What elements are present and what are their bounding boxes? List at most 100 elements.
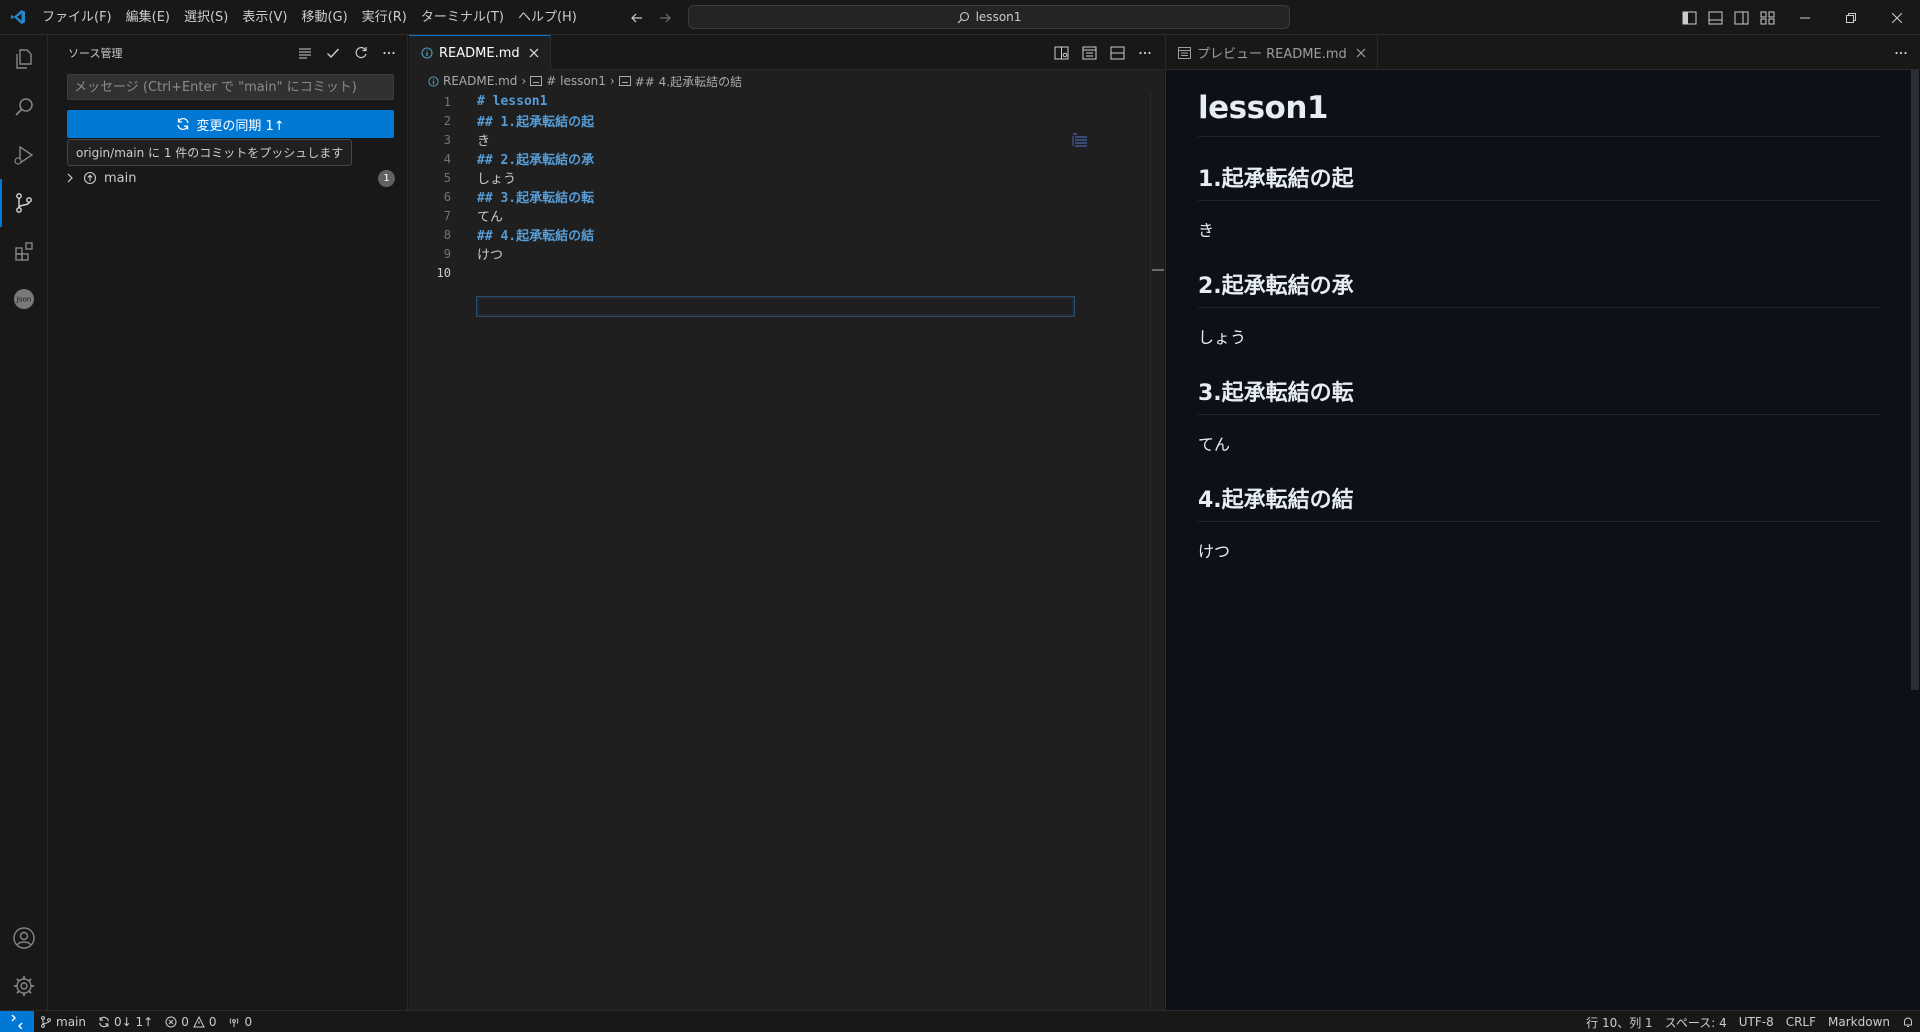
branch-row-main[interactable]: main 1 (48, 167, 407, 189)
status-ports[interactable]: 0 (222, 1011, 258, 1032)
explorer-files-icon[interactable] (0, 35, 48, 83)
preview-scroll-thumb[interactable] (1911, 70, 1919, 690)
git-branch-icon (40, 1015, 52, 1028)
sidebar-header: ソース管理 (48, 35, 407, 70)
menu-selection[interactable]: 選択(S) (177, 0, 235, 35)
outline-list-icon[interactable] (1071, 132, 1089, 148)
preview-paragraph: しょう (1198, 328, 1247, 347)
code-line: 8 ## 4.起承転結の結 (443, 227, 595, 245)
refresh-icon[interactable] (351, 43, 371, 63)
status-cursor-position[interactable]: 行 10、列 1 (1580, 1011, 1659, 1032)
status-bar: main 0↓ 1↑ 0 0 0 行 10、列 1 スペース: 4 UTF-8 … (0, 1010, 1920, 1032)
open-preview-side-icon[interactable] (1052, 44, 1070, 62)
sync-button-label: 変更の同期 1↑ (196, 118, 285, 134)
window-controls (1782, 0, 1920, 35)
code-editor[interactable]: 1 # lesson1 2 ## 1.起承転結の起 3き 4 ## 2.起承転結の承 … (409, 92, 1149, 1010)
close-window-icon[interactable] (1874, 0, 1920, 35)
toggle-secondary-sidebar-icon[interactable] (1732, 9, 1750, 27)
editor-scrollbar[interactable] (1150, 92, 1164, 1010)
forward-arrow-icon[interactable] (656, 9, 674, 27)
menu-terminal[interactable]: ターミナル(T) (414, 0, 511, 35)
split-editor-icon[interactable] (1108, 44, 1126, 62)
menu-bar: ファイル(F) 編集(E) 選択(S) 表示(V) 移動(G) 実行(R) ター… (35, 0, 584, 35)
menu-view[interactable]: 表示(V) (235, 0, 294, 35)
editor-tab-bar: README.md (409, 35, 1164, 70)
json-icon[interactable]: Json (0, 275, 48, 323)
extensions-icon[interactable] (0, 227, 48, 275)
breadcrumb: README.md › # lesson1 › ## 4.起承転結の結 (409, 70, 1164, 92)
markdown-preview: lesson1 1.起承転結の起 き 2.起承転結の承 しょう 3.起承転結の転… (1198, 90, 1880, 589)
close-tab-icon[interactable] (1353, 45, 1369, 61)
error-icon (165, 1016, 177, 1028)
customize-layout-icon[interactable] (1758, 9, 1776, 27)
more-actions-icon[interactable] (379, 43, 399, 63)
warning-icon (193, 1015, 205, 1028)
command-center-text: lesson1 (975, 10, 1022, 24)
command-center-search[interactable]: lesson1 (688, 5, 1290, 29)
breadcrumb-file[interactable]: README.md (428, 74, 517, 88)
status-language[interactable]: Markdown (1822, 1011, 1896, 1032)
toggle-primary-sidebar-icon[interactable] (1680, 9, 1698, 27)
menu-go[interactable]: 移動(G) (294, 0, 354, 35)
tab-preview-readme[interactable]: プレビュー README.md (1166, 35, 1378, 70)
run-debug-icon[interactable] (0, 131, 48, 179)
code-line-current: 10 (436, 265, 451, 280)
preview-paragraph: てん (1198, 435, 1231, 454)
preview-h2: 3.起承転結の転 (1198, 375, 1880, 415)
string-symbol-icon (618, 76, 631, 86)
search-icon (957, 11, 970, 24)
menu-file[interactable]: ファイル(F) (35, 0, 119, 35)
menu-help[interactable]: ヘルプ(H) (511, 0, 584, 35)
status-encoding[interactable]: UTF-8 (1733, 1011, 1780, 1032)
status-branch[interactable]: main (34, 1011, 92, 1032)
toggle-panel-icon[interactable] (1706, 9, 1724, 27)
back-arrow-icon[interactable] (628, 9, 646, 27)
tab-readme[interactable]: README.md (409, 35, 551, 70)
notifications-bell-icon[interactable] (1896, 1011, 1920, 1032)
source-control-sidebar: ソース管理 変更の同期 1↑ origin/main に 1 件のコミットをプッ… (48, 35, 408, 1010)
sidebar-title: ソース管理 (68, 46, 123, 60)
sync-changes-button[interactable]: 変更の同期 1↑ (67, 110, 394, 138)
string-symbol-icon (530, 76, 543, 86)
preview-h2: 2.起承転結の承 (1198, 268, 1880, 308)
open-changes-icon[interactable] (1080, 44, 1098, 62)
menu-run[interactable]: 実行(R) (355, 0, 414, 35)
menu-edit[interactable]: 編集(E) (119, 0, 177, 35)
branch-upload-icon (82, 170, 98, 186)
code-line: 7 てん (443, 208, 504, 226)
navigation-arrows (628, 0, 674, 35)
search-activity-icon[interactable] (0, 83, 48, 131)
account-icon[interactable] (0, 914, 48, 962)
title-bar: ファイル(F) 編集(E) 選択(S) 表示(V) 移動(G) 実行(R) ター… (0, 0, 1920, 35)
status-indentation[interactable]: スペース: 4 (1659, 1011, 1733, 1032)
editor-group-code: README.md README.md › # lesson1 › ## 4.起… (409, 35, 1164, 1010)
code-line: 2 ## 1.起承転結の起 (443, 113, 595, 131)
preview-tab-bar: プレビュー README.md (1166, 35, 1920, 70)
chevron-right-icon[interactable] (62, 170, 78, 186)
preview-h2: 4.起承転結の結 (1198, 482, 1880, 522)
restore-icon[interactable] (1828, 0, 1874, 35)
preview-more-icon[interactable] (1892, 44, 1910, 62)
minimize-icon[interactable] (1782, 0, 1828, 35)
remote-indicator-icon[interactable] (0, 1010, 34, 1032)
status-eol[interactable]: CRLF (1780, 1011, 1822, 1032)
sync-icon (98, 1016, 110, 1028)
settings-gear-icon[interactable] (0, 962, 48, 1010)
close-tab-icon[interactable] (526, 45, 542, 61)
commit-check-icon[interactable] (323, 43, 343, 63)
branch-count-badge: 1 (378, 170, 395, 187)
tab-label: プレビュー README.md (1197, 47, 1347, 62)
status-sync[interactable]: 0↓ 1↑ (92, 1011, 159, 1032)
breadcrumb-heading-1[interactable]: # lesson1 (530, 74, 606, 88)
sync-icon (176, 117, 190, 131)
view-as-list-icon[interactable] (295, 43, 315, 63)
status-problems[interactable]: 0 0 (159, 1011, 222, 1032)
source-control-icon[interactable] (0, 179, 48, 227)
commit-message-input[interactable] (67, 74, 394, 100)
editor-more-icon[interactable] (1136, 44, 1154, 62)
code-line: 4 ## 2.起承転結の承 (443, 151, 595, 169)
activity-bar: Json (0, 35, 48, 1010)
json-icon-label: Json (16, 296, 31, 304)
preview-scrollbar[interactable] (1910, 70, 1920, 1010)
breadcrumb-heading-2[interactable]: ## 4.起承転結の結 (618, 73, 742, 90)
